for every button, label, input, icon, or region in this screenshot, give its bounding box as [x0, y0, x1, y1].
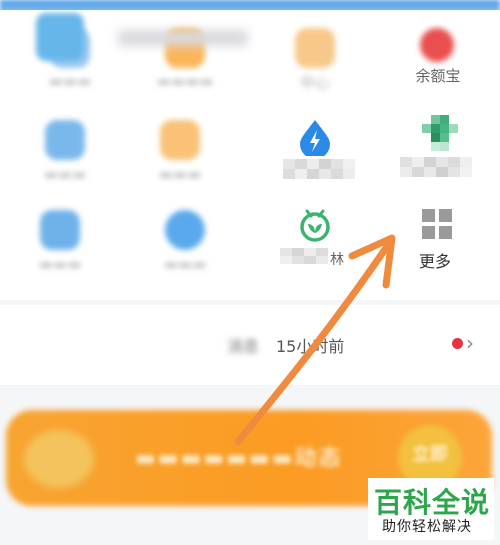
- mosaic-label: [280, 248, 328, 264]
- app-icon: [295, 28, 335, 68]
- app-tile-yuebao[interactable]: 余额宝: [378, 20, 498, 105]
- more-label: 更多: [418, 252, 451, 271]
- app-icon: [160, 120, 200, 160]
- mosaic-label: [283, 159, 355, 179]
- mosaic-label: [400, 157, 472, 177]
- app-tile-9[interactable]: ▬▬▬: [0, 205, 120, 290]
- app-tile-bolt[interactable]: [255, 115, 375, 200]
- message-blurred-text: [118, 30, 248, 46]
- app-tile-3[interactable]: 中心: [255, 20, 375, 105]
- app-label: 余额宝: [415, 67, 461, 85]
- watermark-subtitle: 助你轻松解决: [382, 519, 472, 535]
- bolt-drop-icon: [300, 120, 330, 156]
- app-tile-10[interactable]: ▬▬▬: [125, 205, 245, 290]
- message-icon: [36, 13, 84, 61]
- watermark-title: 百科全说: [374, 486, 491, 519]
- app-label: 林: [330, 252, 344, 268]
- forest-icon: [300, 209, 330, 242]
- app-icon: [40, 210, 80, 250]
- app-label-blurred: ▬▬▬: [43, 165, 87, 183]
- app-label-blurred: ▬▬▬: [163, 255, 207, 273]
- message-time: 15小时前: [276, 337, 345, 356]
- yuebao-icon: [420, 28, 454, 62]
- app-tile-5[interactable]: ▬▬▬: [5, 115, 125, 200]
- chevron-right-icon[interactable]: ›: [466, 331, 474, 355]
- app-label-blurred: ▬▬▬▬: [156, 72, 214, 90]
- app-icon: [165, 210, 205, 250]
- app-label: 中心: [299, 74, 330, 92]
- app-tile-6[interactable]: ▬▬▬: [120, 115, 240, 200]
- app-label-blurred: ▬▬▬: [38, 255, 82, 273]
- app-icon: [45, 120, 85, 160]
- unread-dot: [452, 338, 463, 349]
- banner-icon: [24, 430, 94, 488]
- grid-more-icon: [422, 209, 452, 239]
- banner-text: ▬▬▬▬▬▬▬动态: [135, 446, 343, 471]
- banner-button-label: 立即: [412, 444, 448, 465]
- app-label-blurred: ▬▬▬: [158, 165, 202, 183]
- message-text: 消息: [227, 337, 260, 356]
- mosaic-icon: [422, 115, 458, 151]
- app-label-blurred: ▬▬▬: [48, 72, 92, 90]
- app-tile-green-mosaic[interactable]: [378, 115, 498, 200]
